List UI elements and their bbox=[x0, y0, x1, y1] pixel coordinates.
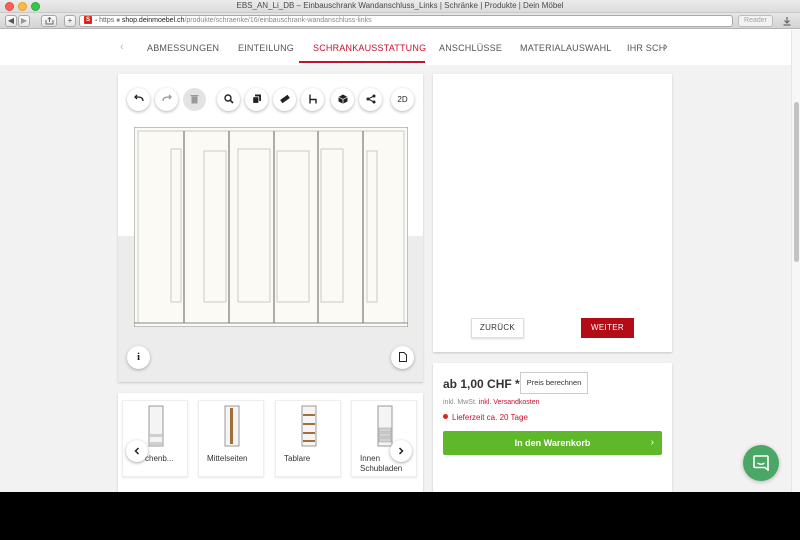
url-scheme: https bbox=[99, 17, 115, 24]
address-bar[interactable]: S ▪ https ■ shop.deinmoebel.ch/produkte/s… bbox=[79, 15, 733, 27]
tab-einteilung[interactable]: EINTEILUNG bbox=[238, 43, 294, 53]
redo-button[interactable] bbox=[155, 88, 178, 111]
delete-button[interactable] bbox=[183, 88, 206, 111]
tab-anschluesse[interactable]: ANSCHLÜSSE bbox=[439, 43, 502, 53]
item-label: Mittelseiten bbox=[207, 454, 248, 463]
price-amount: ab 1,00 CHF * bbox=[443, 377, 520, 391]
undo-button[interactable] bbox=[127, 88, 150, 111]
lock-icon: ▪ bbox=[95, 18, 98, 24]
lock-icon-2: ■ bbox=[116, 18, 120, 24]
shipping-link[interactable]: inkl. Versandkosten bbox=[479, 399, 540, 406]
tax-text: inkl. MwSt. bbox=[443, 399, 477, 406]
downloads-icon[interactable] bbox=[781, 16, 793, 26]
forward-nav-button[interactable]: ▶ bbox=[18, 15, 30, 27]
chat-icon bbox=[753, 455, 769, 471]
item-card[interactable]: Mittelseiten bbox=[198, 400, 264, 477]
chair-icon bbox=[308, 94, 317, 104]
new-tab-button[interactable]: + bbox=[64, 15, 76, 27]
window-title: EBS_AN_Li_DB – Einbauschrank Wandanschlu… bbox=[236, 1, 564, 10]
active-tab-indicator bbox=[299, 61, 425, 63]
tab-materialauswahl[interactable]: MATERIALAUSWAHL bbox=[520, 43, 612, 53]
zoom-icon bbox=[223, 94, 234, 104]
site-favicon: S bbox=[84, 16, 92, 25]
furniture-button[interactable] bbox=[301, 88, 324, 111]
share-icon bbox=[366, 94, 375, 104]
browser-toolbar: ◀ ▶ + S ▪ https ■ shop.deinmoebel.ch/prod… bbox=[0, 13, 800, 29]
tab-ihr-schrank[interactable]: IHR SCH bbox=[627, 43, 665, 53]
back-nav-button[interactable]: ◀ bbox=[5, 15, 17, 27]
reader-button[interactable]: Reader bbox=[738, 15, 773, 27]
chevron-right-icon bbox=[398, 447, 404, 455]
price-panel: ab 1,00 CHF * Preis berechnen inkl. MwSt… bbox=[433, 363, 672, 492]
document-button[interactable] bbox=[391, 346, 414, 369]
cube-icon bbox=[337, 94, 348, 104]
item-label: chenb... bbox=[145, 454, 174, 463]
item-label-line1: Innen bbox=[360, 454, 381, 463]
delivery-time: Lieferzeit ca. 20 Tage bbox=[443, 413, 528, 422]
share-button[interactable] bbox=[359, 88, 382, 111]
step-navigation: ‹ ABMESSUNGEN EINTEILUNG SCHRANKAUSSTATT… bbox=[0, 30, 791, 65]
document-icon bbox=[398, 352, 407, 362]
step-next-arrow[interactable]: › bbox=[664, 41, 668, 53]
zoom-button[interactable] bbox=[217, 88, 240, 111]
back-button[interactable]: ZURÜCK bbox=[471, 318, 524, 338]
title-bar: EBS_AN_Li_DB – Einbauschrank Wandanschlu… bbox=[0, 0, 800, 13]
copy-button[interactable] bbox=[245, 88, 268, 111]
step-prev-arrow[interactable]: ‹ bbox=[120, 41, 124, 53]
next-button[interactable]: WEITER bbox=[581, 318, 634, 338]
3d-view-button[interactable] bbox=[331, 88, 354, 111]
delivery-text: Lieferzeit ca. 20 Tage bbox=[452, 413, 528, 422]
status-dot-icon bbox=[443, 414, 448, 419]
copy-icon bbox=[251, 94, 261, 104]
ruler-icon bbox=[279, 94, 290, 104]
cart-label: In den Warenkorb bbox=[514, 438, 591, 448]
wardrobe-model bbox=[134, 127, 408, 327]
item-card[interactable]: Innen Schubladen bbox=[351, 400, 417, 477]
configurator-viewer: 2D i bbox=[118, 74, 423, 382]
scrollbar-thumb[interactable] bbox=[794, 102, 799, 262]
carousel-prev-button[interactable] bbox=[126, 440, 148, 462]
item-label-line2: Schubladen bbox=[360, 464, 403, 473]
items-carousel: chenb... Mittelseiten Tablare Innen Schub… bbox=[118, 393, 423, 492]
item-card[interactable]: Tablare bbox=[275, 400, 341, 477]
page-scrollbar[interactable] bbox=[791, 30, 800, 492]
share-box-icon bbox=[45, 16, 53, 25]
chevron-left-icon bbox=[134, 447, 140, 455]
item-thumbnail bbox=[301, 405, 317, 447]
share-page-button[interactable] bbox=[41, 15, 57, 27]
item-thumbnail bbox=[148, 405, 164, 447]
info-button[interactable]: i bbox=[127, 346, 150, 369]
chevron-right-icon: › bbox=[650, 437, 654, 448]
trash-icon bbox=[190, 95, 199, 104]
carousel-next-button[interactable] bbox=[390, 440, 412, 462]
2d-view-button[interactable]: 2D bbox=[391, 88, 414, 111]
chat-launcher-button[interactable] bbox=[743, 445, 779, 481]
tax-info: inkl. MwSt. inkl. Versandkosten bbox=[443, 399, 540, 406]
url-host: shop.deinmoebel.ch bbox=[121, 17, 185, 24]
measure-button[interactable] bbox=[273, 88, 296, 111]
redo-icon bbox=[161, 94, 172, 102]
url-path: /produkte/schraenke/16/einbauschrank-wan… bbox=[184, 17, 372, 24]
step-content-panel: ZURÜCK WEITER bbox=[433, 74, 672, 352]
undo-icon bbox=[133, 94, 144, 102]
browser-window: EBS_AN_Li_DB – Einbauschrank Wandanschlu… bbox=[0, 0, 800, 492]
tab-abmessungen[interactable]: ABMESSUNGEN bbox=[147, 43, 219, 53]
item-label: Tablare bbox=[284, 454, 311, 463]
tab-schrankausstattung[interactable]: SCHRANKAUSSTATTUNG bbox=[313, 43, 426, 53]
add-to-cart-button[interactable]: In den Warenkorb › bbox=[443, 431, 662, 455]
calculate-price-button[interactable]: Preis berechnen bbox=[520, 372, 588, 394]
item-thumbnail bbox=[224, 405, 240, 447]
item-card[interactable]: chenb... bbox=[122, 400, 188, 477]
page-content: ‹ ABMESSUNGEN EINTEILUNG SCHRANKAUSSTATT… bbox=[0, 30, 791, 492]
